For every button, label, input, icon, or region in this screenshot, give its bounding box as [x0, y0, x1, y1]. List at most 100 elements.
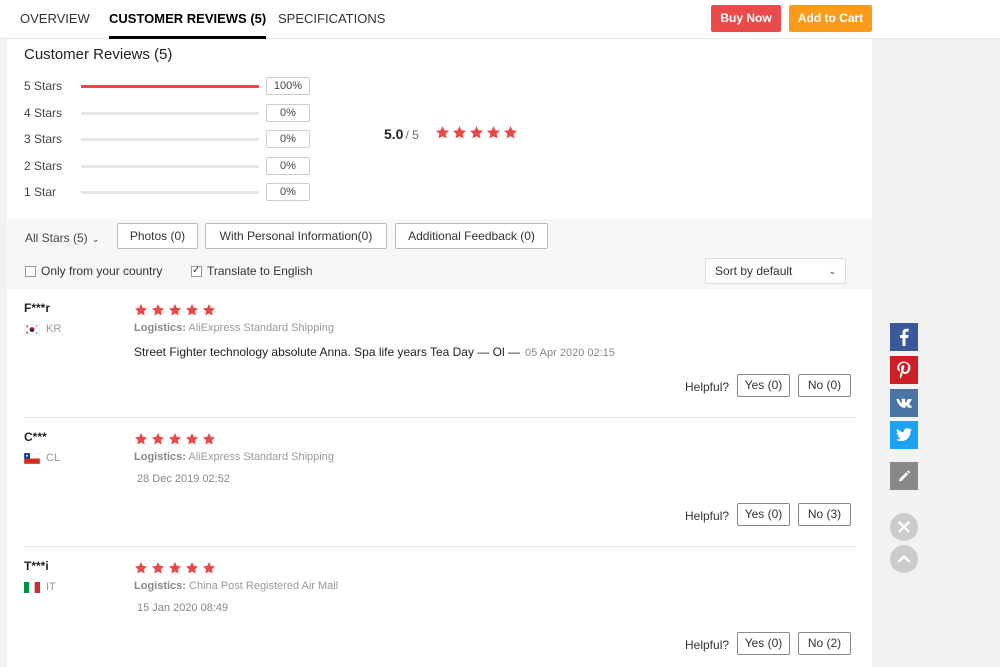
rating-row-percent: 100% [266, 77, 310, 95]
chevron-up-icon [897, 555, 911, 563]
review-date: 28 Dec 2019 02:52 [137, 473, 230, 485]
rating-row[interactable]: 3 Stars 0% [24, 130, 324, 150]
star-icon [151, 303, 165, 317]
chevron-down-icon: ⌄ [828, 266, 836, 276]
review-body: Street Fighter technology absolute Anna.… [134, 345, 520, 359]
rating-row-percent: 0% [266, 130, 310, 148]
rating-row-label: 1 Star [24, 185, 57, 199]
scroll-top-button[interactable] [890, 545, 918, 573]
star-icon [486, 125, 501, 140]
logistics-value: AliExpress Standard Shipping [188, 451, 334, 463]
logistics-value: AliExpress Standard Shipping [188, 322, 334, 334]
helpful-no-button[interactable]: No (3) [798, 503, 851, 526]
rating-bar-track [81, 85, 259, 88]
star-icon [151, 561, 165, 575]
review-logistics: Logistics: AliExpress Standard Shipping [134, 322, 334, 334]
additional-feedback-filter-button[interactable]: Additional Feedback (0) [395, 223, 548, 249]
vk-share-button[interactable] [890, 389, 918, 417]
pinterest-icon [897, 361, 911, 379]
helpful-label: Helpful? [685, 380, 730, 394]
rating-bar-fill [81, 85, 259, 88]
reviewer-name: T***i [24, 559, 49, 573]
personal-info-filter-button[interactable]: With Personal Information(0) [205, 223, 387, 249]
rating-row-label: 4 Stars [24, 106, 63, 120]
close-button[interactable] [890, 513, 918, 541]
country-flag-icon [24, 582, 40, 593]
star-icon [168, 561, 182, 575]
tab-overview[interactable]: OVERVIEW [20, 0, 90, 38]
helpful-no-button[interactable]: No (2) [798, 632, 851, 655]
average-rating: 5.0/ 5 [384, 126, 419, 142]
twitter-share-button[interactable] [890, 421, 918, 449]
helpful-no-button[interactable]: No (0) [798, 374, 851, 397]
star-icon [151, 432, 165, 446]
sort-select[interactable]: Sort by default ⌄ [705, 258, 846, 284]
buy-now-button[interactable]: Buy Now [711, 5, 781, 32]
facebook-icon [900, 328, 909, 346]
star-icon [452, 125, 467, 140]
all-stars-dropdown[interactable]: All Stars (5) ⌄ [25, 231, 99, 246]
star-icon [435, 125, 450, 140]
star-icon [168, 303, 182, 317]
reviewer-country: IT [46, 581, 56, 593]
logistics-label: Logistics: [134, 322, 186, 334]
photos-filter-button[interactable]: Photos (0) [117, 223, 198, 249]
rating-row-label: 5 Stars [24, 79, 63, 93]
sort-label: Sort by default [715, 264, 793, 278]
translate-label: Translate to English [207, 264, 313, 278]
review-date: 05 Apr 2020 02:15 [525, 347, 615, 359]
only-country-label: Only from your country [41, 264, 163, 278]
close-icon [898, 521, 910, 533]
rating-row[interactable]: 1 Star 0% [24, 183, 324, 203]
review-stars [134, 560, 219, 575]
write-review-button[interactable] [890, 462, 918, 490]
logistics-label: Logistics: [134, 451, 186, 463]
helpful-yes-button[interactable]: Yes (0) [737, 632, 790, 655]
review-date: 15 Jan 2020 08:49 [137, 602, 229, 614]
star-icon [185, 561, 199, 575]
reviews-panel: Customer Reviews (5) 5 Stars 100% 4 Stars 0… [7, 39, 872, 667]
review-logistics: Logistics: AliExpress Standard Shipping [134, 451, 334, 463]
pinterest-share-button[interactable] [890, 356, 918, 384]
average-value: 5.0 [384, 126, 404, 142]
rating-row[interactable]: 2 Stars 0% [24, 157, 324, 177]
star-icon [202, 303, 216, 317]
facebook-share-button[interactable] [890, 323, 918, 351]
helpful-yes-button[interactable]: Yes (0) [737, 503, 790, 526]
rating-row[interactable]: 4 Stars 0% [24, 104, 324, 124]
rating-row-percent: 0% [266, 157, 310, 175]
rating-bar-track [81, 165, 259, 168]
checkbox-box-checked[interactable] [191, 264, 202, 278]
star-icon [134, 432, 148, 446]
helpful-yes-button[interactable]: Yes (0) [737, 374, 790, 397]
star-icon [469, 125, 484, 140]
rating-row-label: 2 Stars [24, 159, 63, 173]
reviewer-country: KR [46, 323, 62, 335]
add-to-cart-button[interactable]: Add to Cart [789, 5, 872, 32]
logistics-value: China Post Registered Air Mail [189, 580, 339, 592]
review-item: T***i IT Logistics: China Post Registered … [24, 547, 855, 667]
rating-row-percent: 0% [266, 104, 310, 122]
review-item: F***r KR Logistics: AliExpress Standard Sh… [23, 289, 855, 418]
twitter-icon [896, 428, 912, 442]
review-logistics: Logistics: China Post Registered Air Mai… [134, 580, 338, 592]
tab-specifications[interactable]: SPECIFICATIONS [278, 0, 385, 38]
reviews-title: Customer Reviews (5) [24, 46, 173, 63]
rating-bar-track [81, 138, 259, 141]
review-text: Street Fighter technology absolute Anna.… [134, 345, 615, 359]
star-icon [202, 561, 216, 575]
checkbox-box[interactable] [25, 266, 36, 277]
tab-customer-reviews[interactable]: CUSTOMER REVIEWS (5) [109, 0, 267, 39]
review-stars [134, 431, 219, 446]
country-flag-icon [23, 323, 41, 336]
filter-bar: All Stars (5) ⌄ Photos (0) With Personal … [7, 219, 872, 289]
rating-row[interactable]: 5 Stars 100% [24, 77, 324, 97]
pencil-icon [899, 470, 911, 482]
rating-row-label: 3 Stars [24, 132, 63, 146]
star-icon [185, 303, 199, 317]
only-country-checkbox[interactable]: Only from your country [25, 264, 162, 278]
all-stars-label: All Stars (5) [25, 231, 88, 245]
translate-checkbox[interactable]: Translate to English [191, 264, 313, 278]
star-icon [185, 432, 199, 446]
star-icon [134, 303, 148, 317]
